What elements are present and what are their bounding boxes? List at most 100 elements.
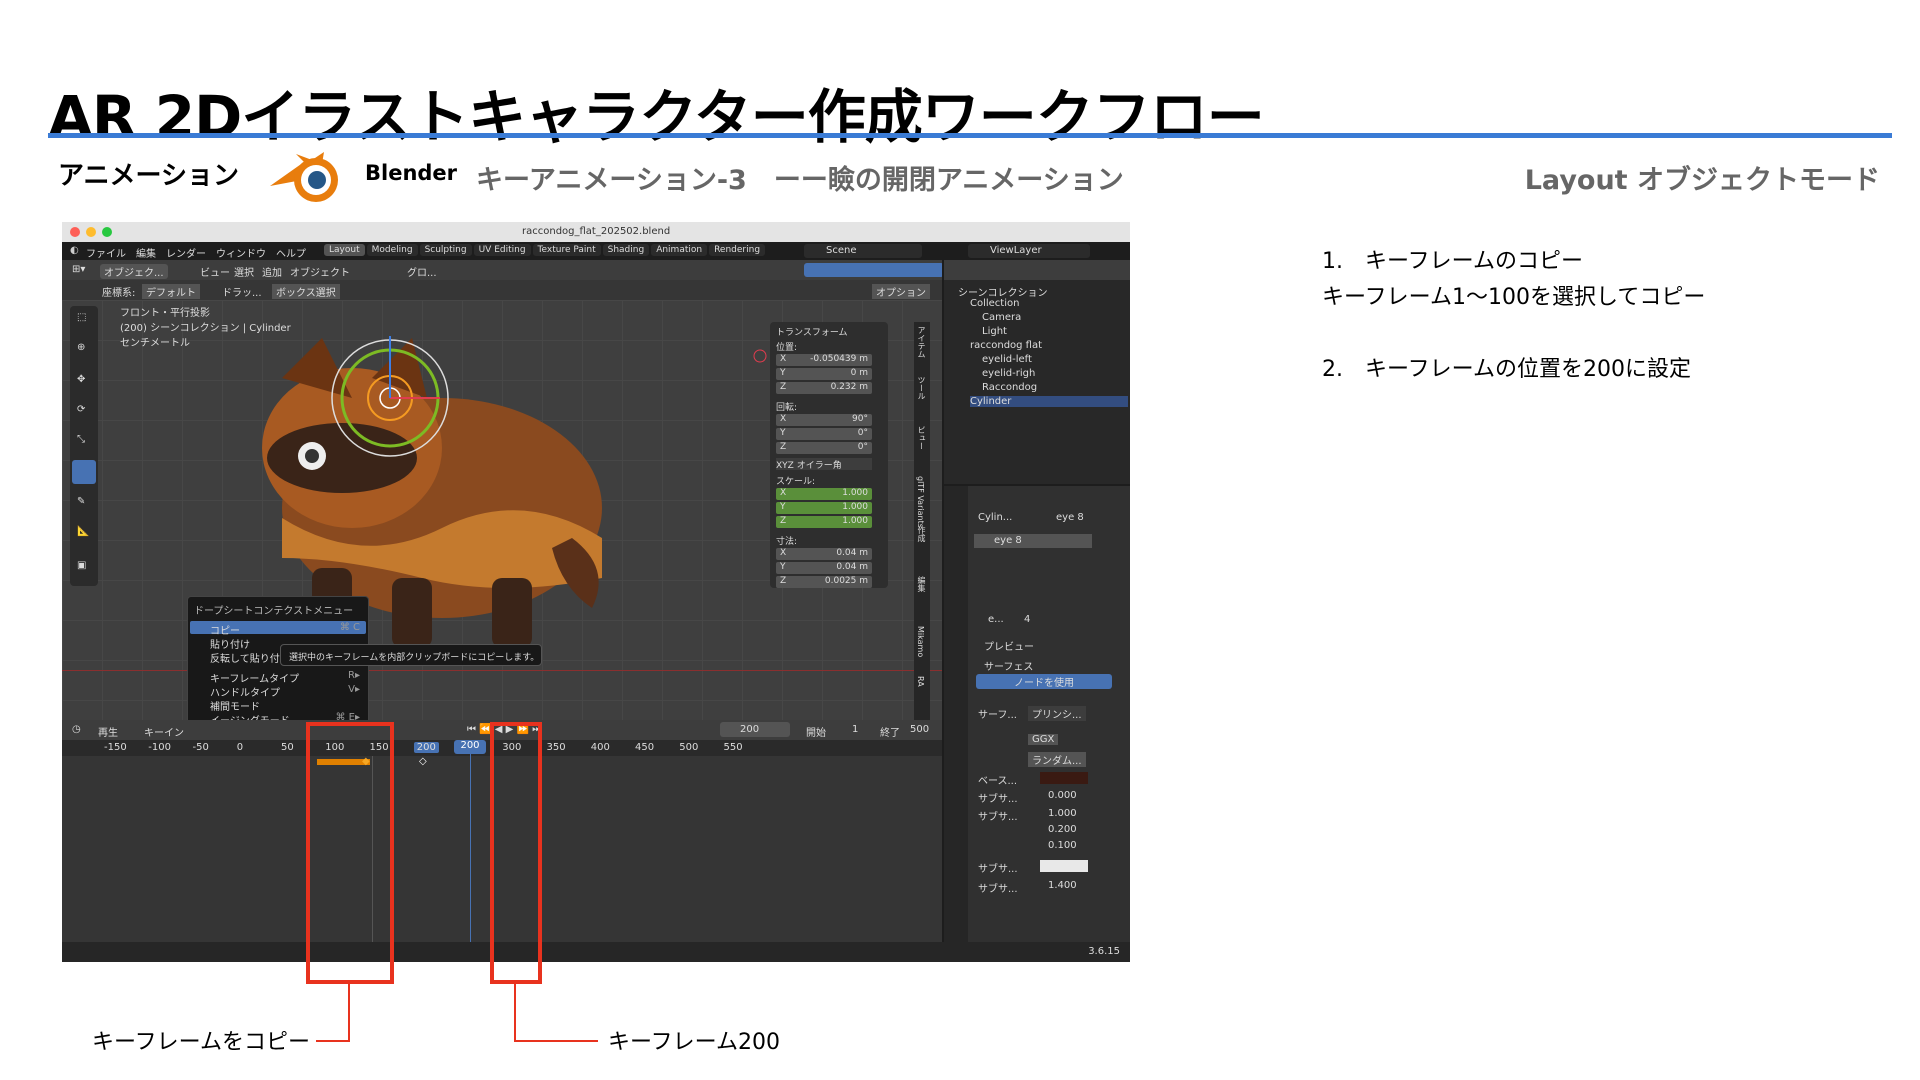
sidebar-tab[interactable]: アイテム [916, 326, 927, 358]
workspace-tab[interactable]: Texture Paint [532, 244, 601, 256]
distribution-select[interactable]: GGX [1028, 734, 1059, 745]
transform-field[interactable]: Z 1.000 [776, 516, 872, 528]
transform-field[interactable]: X 90° [776, 414, 872, 426]
context-menu-item[interactable]: 補間モード [190, 697, 366, 713]
menu-item[interactable]: ウィンドウ [216, 245, 266, 260]
transform-field[interactable]: Y 0 m [776, 368, 872, 380]
axis-value[interactable]: 90° [852, 414, 868, 424]
keyframe[interactable]: ◇ [419, 756, 427, 767]
scene-selector[interactable]: Scene [804, 244, 922, 258]
subsurface-radius-z[interactable]: 0.100 [1048, 840, 1077, 851]
preview-section[interactable]: プレビュー [984, 638, 1034, 653]
rotate-tool-icon[interactable]: ⟳ [77, 404, 85, 415]
add-cube-tool-icon[interactable]: ▣ [77, 560, 86, 571]
transform-tool-icon[interactable] [72, 460, 96, 484]
playhead-label[interactable]: 200 [454, 740, 486, 754]
playhead[interactable] [470, 740, 471, 942]
outliner-item[interactable]: raccondog flat [970, 340, 1128, 351]
sidebar-tab[interactable]: 編集 [916, 576, 927, 592]
cursor-tool-icon[interactable]: ⊕ [77, 342, 85, 353]
menu-item[interactable]: ファイル [86, 245, 126, 260]
transform-field[interactable]: Z 0.0025 m [776, 576, 872, 588]
outliner-item[interactable]: Cylinder [970, 396, 1128, 407]
subsurface-value[interactable]: 0.000 [1048, 790, 1077, 801]
drag-select[interactable]: ドラッ... [222, 284, 262, 299]
box-select[interactable]: ボックス選択 [272, 284, 340, 299]
workspace-tab[interactable]: Shading [602, 244, 650, 256]
axis-value[interactable]: 1.000 [842, 488, 868, 498]
start-field[interactable]: 1 [852, 724, 858, 735]
transform-field[interactable]: X -0.050439 m [776, 354, 872, 366]
axis-value[interactable]: 1.000 [842, 516, 868, 526]
move-tool-icon[interactable]: ✥ [77, 374, 85, 385]
timeline-editor-icon[interactable]: ◷ [72, 724, 81, 735]
context-menu-item[interactable]: キーフレームタイプ R▸ [190, 669, 366, 685]
workspace-tab[interactable]: Sculpting [419, 244, 472, 256]
bsdf-selector[interactable]: プリンシ... [1028, 706, 1086, 721]
maximize-icon[interactable] [102, 227, 112, 237]
surface-section[interactable]: サーフェス [984, 658, 1033, 673]
menu-view[interactable]: ビュー [200, 264, 230, 279]
menu-item[interactable]: 編集 [136, 245, 156, 260]
close-icon[interactable] [70, 227, 80, 237]
scale-tool-icon[interactable]: ⤡ [77, 434, 85, 445]
axis-value[interactable]: 0.232 m [831, 382, 868, 392]
sidebar-tab[interactable]: Mikamo [916, 626, 925, 657]
viewlayer-selector[interactable]: ViewLayer [968, 244, 1090, 258]
axis-value[interactable]: 0.04 m [836, 548, 868, 558]
outliner-root[interactable]: シーンコレクション [958, 284, 1048, 299]
menu-item[interactable]: レンダー [166, 245, 206, 260]
workspace-tab[interactable]: Rendering [709, 244, 766, 256]
options-button[interactable]: オプション [872, 284, 930, 299]
rotation-mode-select[interactable]: XYZ オイラー角 [776, 458, 872, 471]
editor-type-button[interactable]: ⊞▾ [72, 264, 85, 275]
outliner-item[interactable]: eyelid-left [982, 354, 1128, 365]
subsurface-ior-value[interactable]: 1.400 [1048, 880, 1077, 891]
sidebar-tab[interactable]: glTF Variants [916, 476, 925, 528]
material-slot[interactable]: eye 8 [974, 534, 1092, 548]
workspace-tab[interactable]: Animation [651, 244, 708, 256]
base-color-swatch[interactable] [1040, 772, 1088, 784]
minimize-icon[interactable] [86, 227, 96, 237]
menu-item[interactable]: ヘルプ [276, 245, 306, 260]
transform-field[interactable]: X 0.04 m [776, 548, 872, 560]
workspace-tab[interactable]: Modeling [366, 244, 418, 256]
axis-value[interactable]: 0 m [851, 368, 868, 378]
outliner-item[interactable]: Collection [970, 298, 1128, 309]
orientation-select[interactable]: デフォルト [142, 284, 200, 299]
axis-value[interactable]: 0.0025 m [825, 576, 868, 586]
transform-field[interactable]: Y 0.04 m [776, 562, 872, 574]
measure-tool-icon[interactable]: 📐 [77, 526, 89, 537]
playback-menu[interactable]: 再生 [98, 724, 118, 739]
outliner-item[interactable]: eyelid-righ [982, 368, 1128, 379]
transform-field[interactable]: Y 1.000 [776, 502, 872, 514]
menu-add[interactable]: 追加 [262, 264, 282, 279]
outliner-item[interactable]: Light [982, 326, 1128, 337]
sidebar-tab[interactable]: ビュー [916, 426, 927, 450]
axis-value[interactable]: 0° [858, 428, 868, 438]
orientation-dropdown[interactable]: グロ... [407, 264, 437, 279]
subsurface-method-select[interactable]: ランダム... [1028, 752, 1086, 767]
axis-value[interactable]: 1.000 [842, 502, 868, 512]
transform-gizmo[interactable] [320, 328, 460, 468]
sidebar-tab[interactable]: 作成 [916, 526, 927, 542]
axis-value[interactable]: 0° [858, 442, 868, 452]
keying-menu[interactable]: キーイン [144, 724, 184, 739]
subsurface-color-swatch[interactable] [1040, 860, 1088, 872]
subsurface-radius-y[interactable]: 0.200 [1048, 824, 1077, 835]
annotate-tool-icon[interactable]: ✎ [77, 496, 85, 507]
workspace-tab[interactable]: Layout [324, 244, 365, 256]
use-nodes-button[interactable]: ノードを使用 [976, 674, 1112, 689]
sidebar-tab[interactable]: ツール [916, 376, 927, 400]
context-menu-item[interactable]: ハンドルタイプ V▸ [190, 683, 366, 699]
workspace-tab[interactable]: UV Editing [473, 244, 531, 256]
subsurface-radius-x[interactable]: 1.000 [1048, 808, 1077, 819]
shading-buttons[interactable] [804, 263, 944, 277]
axis-value[interactable]: -0.050439 m [810, 354, 868, 364]
select-tool-icon[interactable]: ⬚ [77, 312, 86, 323]
menu-select[interactable]: 選択 [234, 264, 254, 279]
outliner-item[interactable]: Camera [982, 312, 1128, 323]
menu-object[interactable]: オブジェクト [290, 264, 350, 279]
transform-field[interactable]: Z 0° [776, 442, 872, 454]
material-name-field[interactable]: e... [988, 614, 1004, 625]
